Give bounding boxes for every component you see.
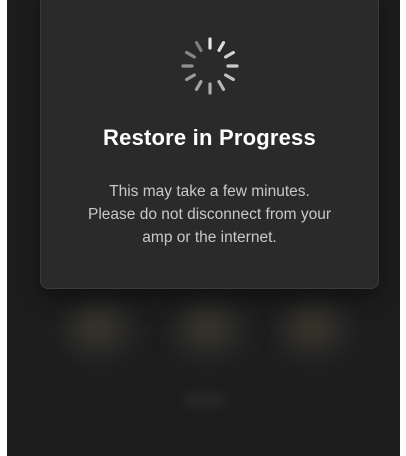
blurred-background-item (57, 300, 147, 370)
dialog-message-line: Please do not disconnect from your (88, 206, 331, 223)
blurred-background-text (185, 395, 225, 405)
dialog-title: Restore in Progress (103, 125, 316, 150)
loading-spinner-icon (181, 37, 239, 95)
dialog-message-line: This may take a few minutes. (109, 183, 310, 200)
blurred-background-item (167, 300, 257, 370)
dialog-message: This may take a few minutes. Please do n… (55, 180, 364, 249)
dialog-message-line: amp or the internet. (142, 229, 277, 246)
app-frame: Restore in Progress This may take a few … (7, 0, 400, 456)
restore-progress-dialog: Restore in Progress This may take a few … (40, 0, 379, 289)
blurred-background-item (272, 300, 362, 370)
